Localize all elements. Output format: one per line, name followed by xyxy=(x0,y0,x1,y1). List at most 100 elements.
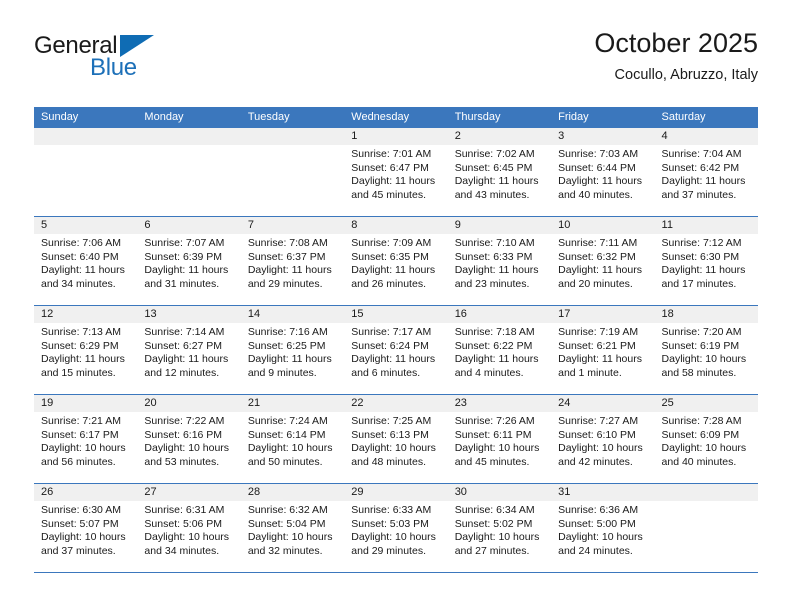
daylight-text-line2: and 53 minutes. xyxy=(144,455,220,468)
sunset-text: Sunset: 5:03 PM xyxy=(351,517,429,530)
day-cell[interactable]: 8 Sunrise: 7:09 AM Sunset: 6:35 PM Daylight… xyxy=(344,217,448,305)
sunrise-text: Sunrise: 7:11 AM xyxy=(558,237,638,249)
day-cell[interactable]: 13 Sunrise: 7:14 AM Sunset: 6:27 PM Dayligh… xyxy=(137,306,241,394)
day-cell[interactable]: 18 Sunrise: 7:20 AM Sunset: 6:19 PM Dayligh… xyxy=(654,306,758,394)
daylight-text-line2: and 9 minutes. xyxy=(247,366,317,379)
day-cell[interactable]: 1 Sunrise: 7:01 AM Sunset: 6:47 PM Daylight… xyxy=(344,128,448,216)
day-cell[interactable]: 19 Sunrise: 7:21 AM Sunset: 6:17 PM Dayligh… xyxy=(34,395,138,483)
day-cell[interactable]: 29 Sunrise: 6:33 AM Sunset: 5:03 PM Dayligh… xyxy=(344,484,448,572)
day-number: 21 xyxy=(240,395,345,412)
sunset-text: Sunset: 6:16 PM xyxy=(144,428,223,441)
daylight-text-line1: Daylight: 10 hours xyxy=(247,442,333,455)
daylight-text-line1: Daylight: 11 hours xyxy=(247,264,332,277)
day-cell[interactable]: 12 Sunrise: 7:13 AM Sunset: 6:29 PM Dayligh… xyxy=(34,306,138,394)
day-cell[interactable]: 4 Sunrise: 7:04 AM Sunset: 6:42 PM Daylight… xyxy=(654,128,758,216)
day-cell[interactable]: 23 Sunrise: 7:26 AM Sunset: 6:11 PM Dayligh… xyxy=(447,395,552,483)
sunrise-text: Sunrise: 7:19 AM xyxy=(558,326,639,338)
day-cell[interactable]: 16 Sunrise: 7:18 AM Sunset: 6:22 PM Dayligh… xyxy=(447,306,552,394)
day-cell[interactable]: 5 Sunrise: 7:06 AM Sunset: 6:40 PM Daylight… xyxy=(34,217,138,305)
sunrise-text: Sunrise: 7:01 AM xyxy=(351,148,432,160)
day-cell[interactable]: 31 Sunrise: 6:36 AM Sunset: 5:00 PM Dayligh… xyxy=(551,484,655,572)
sunset-text: Sunset: 6:09 PM xyxy=(661,428,740,441)
daylight-text-line2: and 24 minutes. xyxy=(558,544,633,557)
day-details xyxy=(137,145,240,148)
day-details: Sunrise: 7:14 AM Sunset: 6:27 PM Daylight:… xyxy=(137,323,240,380)
day-details: Sunrise: 7:26 AM Sunset: 6:11 PM Daylight:… xyxy=(448,412,551,469)
daylight-text-line2: and 15 minutes. xyxy=(41,366,116,379)
day-number xyxy=(654,484,758,501)
day-cell[interactable]: 6 Sunrise: 7:07 AM Sunset: 6:39 PM Daylight… xyxy=(137,217,241,305)
sunrise-text: Sunrise: 7:20 AM xyxy=(661,326,742,338)
day-details: Sunrise: 6:36 AM Sunset: 5:00 PM Daylight:… xyxy=(551,501,654,558)
weekday-header-friday: Friday xyxy=(558,111,589,123)
calendar-week-row: 1 Sunrise: 7:01 AM Sunset: 6:47 PM Daylight… xyxy=(34,128,758,217)
day-cell[interactable]: 20 Sunrise: 7:22 AM Sunset: 6:16 PM Dayligh… xyxy=(137,395,241,483)
daylight-text-line2: and 34 minutes. xyxy=(41,277,116,290)
sunset-text: Sunset: 5:00 PM xyxy=(558,517,636,530)
daylight-text-line1: Daylight: 10 hours xyxy=(41,442,126,455)
sunrise-text: Sunrise: 7:25 AM xyxy=(351,415,432,427)
day-cell[interactable]: 2 Sunrise: 7:02 AM Sunset: 6:45 PM Daylight… xyxy=(447,128,552,216)
sunset-text: Sunset: 6:19 PM xyxy=(661,339,740,352)
sunset-text: Sunset: 5:07 PM xyxy=(41,517,119,530)
day-number: 18 xyxy=(654,306,758,323)
sunrise-text: Sunrise: 6:31 AM xyxy=(144,504,225,516)
day-number: 20 xyxy=(137,395,241,412)
day-details: Sunrise: 7:11 AM Sunset: 6:32 PM Daylight:… xyxy=(551,234,654,291)
sunset-text: Sunset: 6:33 PM xyxy=(454,250,533,263)
day-details: Sunrise: 6:30 AM Sunset: 5:07 PM Daylight:… xyxy=(34,501,137,558)
calendar-page: General Blue October 2025 Cocullo, Abruz… xyxy=(0,0,792,612)
brand-logo[interactable]: General Blue xyxy=(34,32,264,94)
sunrise-text: Sunrise: 6:30 AM xyxy=(41,504,121,516)
sunset-text: Sunset: 6:30 PM xyxy=(661,250,740,263)
day-details: Sunrise: 7:09 AM Sunset: 6:35 PM Daylight:… xyxy=(344,234,447,291)
day-number xyxy=(240,128,345,145)
sunrise-text: Sunrise: 6:36 AM xyxy=(558,504,639,516)
brand-name-blue: Blue xyxy=(90,54,137,81)
sunset-text: Sunset: 6:47 PM xyxy=(351,161,429,174)
day-details: Sunrise: 7:03 AM Sunset: 6:44 PM Daylight:… xyxy=(551,145,654,202)
daylight-text-line1: Daylight: 10 hours xyxy=(41,531,126,544)
day-number: 4 xyxy=(654,128,758,145)
day-cell[interactable]: 3 Sunrise: 7:03 AM Sunset: 6:44 PM Daylight… xyxy=(551,128,655,216)
daylight-text-line2: and 40 minutes. xyxy=(661,455,737,468)
day-cell[interactable]: 9 Sunrise: 7:10 AM Sunset: 6:33 PM Daylight… xyxy=(447,217,552,305)
daylight-text-line2: and 43 minutes. xyxy=(454,188,530,201)
day-cell[interactable]: 17 Sunrise: 7:19 AM Sunset: 6:21 PM Dayligh… xyxy=(551,306,655,394)
day-details: Sunrise: 7:01 AM Sunset: 6:47 PM Daylight:… xyxy=(344,145,447,202)
day-cell[interactable]: 28 Sunrise: 6:32 AM Sunset: 5:04 PM Dayligh… xyxy=(240,484,345,572)
day-details: Sunrise: 7:22 AM Sunset: 6:16 PM Daylight:… xyxy=(137,412,240,469)
sunset-text: Sunset: 6:11 PM xyxy=(454,428,532,441)
day-cell[interactable]: 15 Sunrise: 7:17 AM Sunset: 6:24 PM Dayligh… xyxy=(344,306,448,394)
sunset-text: Sunset: 6:32 PM xyxy=(558,250,636,263)
daylight-text-line1: Daylight: 11 hours xyxy=(41,264,125,277)
sunrise-text: Sunrise: 7:18 AM xyxy=(454,326,535,338)
sunrise-text: Sunrise: 7:21 AM xyxy=(41,415,121,427)
day-number: 29 xyxy=(344,484,448,501)
day-details xyxy=(241,145,344,148)
day-cell[interactable]: 25 Sunrise: 7:28 AM Sunset: 6:09 PM Dayligh… xyxy=(654,395,758,483)
day-cell-empty xyxy=(34,128,138,216)
weekday-header-saturday: Saturday xyxy=(661,111,706,123)
day-number: 14 xyxy=(240,306,345,323)
daylight-text-line2: and 56 minutes. xyxy=(41,455,116,468)
day-cell[interactable]: 14 Sunrise: 7:16 AM Sunset: 6:25 PM Dayligh… xyxy=(240,306,345,394)
day-cell[interactable]: 21 Sunrise: 7:24 AM Sunset: 6:14 PM Dayligh… xyxy=(240,395,345,483)
sunrise-text: Sunrise: 7:24 AM xyxy=(247,415,328,427)
day-cell[interactable]: 24 Sunrise: 7:27 AM Sunset: 6:10 PM Dayligh… xyxy=(551,395,655,483)
day-cell[interactable]: 30 Sunrise: 6:34 AM Sunset: 5:02 PM Dayligh… xyxy=(447,484,552,572)
day-cell[interactable]: 7 Sunrise: 7:08 AM Sunset: 6:37 PM Daylight… xyxy=(240,217,345,305)
page-subtitle: Cocullo, Abruzzo, Italy xyxy=(614,67,758,83)
day-cell[interactable]: 26 Sunrise: 6:30 AM Sunset: 5:07 PM Dayligh… xyxy=(34,484,138,572)
sunrise-text: Sunrise: 7:09 AM xyxy=(351,237,432,249)
day-cell[interactable]: 10 Sunrise: 7:11 AM Sunset: 6:32 PM Dayligh… xyxy=(551,217,655,305)
sunset-text: Sunset: 5:02 PM xyxy=(454,517,533,530)
page-title: October 2025 xyxy=(594,28,758,58)
day-details: Sunrise: 7:10 AM Sunset: 6:33 PM Daylight:… xyxy=(448,234,551,291)
day-cell[interactable]: 22 Sunrise: 7:25 AM Sunset: 6:13 PM Dayligh… xyxy=(344,395,448,483)
day-cell[interactable]: 11 Sunrise: 7:12 AM Sunset: 6:30 PM Dayligh… xyxy=(654,217,758,305)
day-cell[interactable]: 27 Sunrise: 6:31 AM Sunset: 5:06 PM Dayligh… xyxy=(137,484,241,572)
daylight-text-line1: Daylight: 10 hours xyxy=(454,442,540,455)
daylight-text-line2: and 48 minutes. xyxy=(351,455,426,468)
day-details: Sunrise: 7:24 AM Sunset: 6:14 PM Daylight:… xyxy=(241,412,344,469)
